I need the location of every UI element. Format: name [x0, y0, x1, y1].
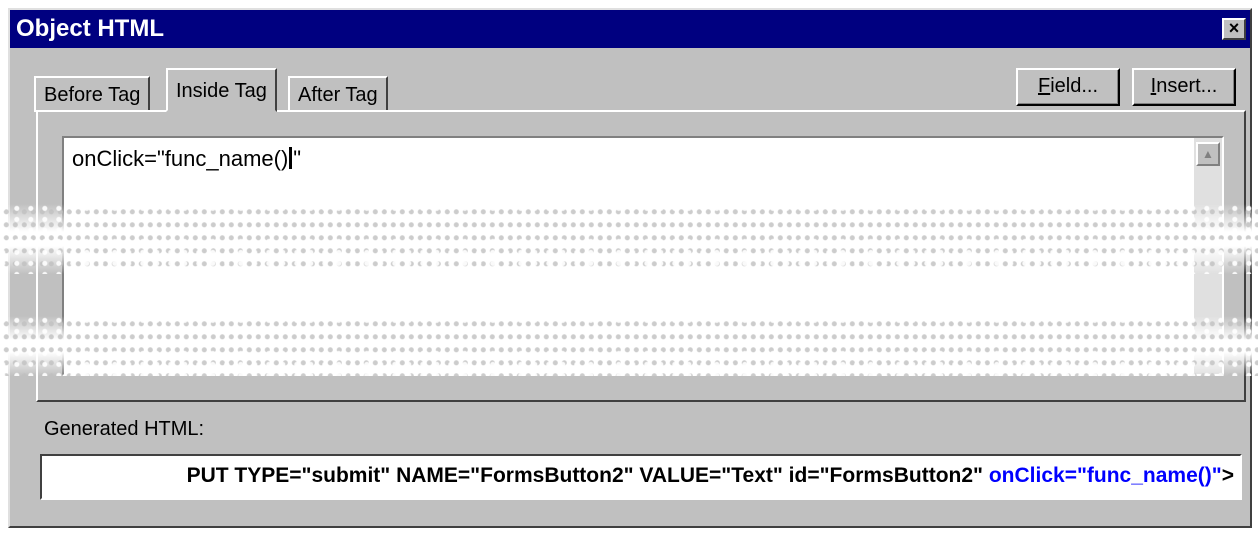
field-button-label: ield... [1050, 75, 1099, 97]
tab-after-tag[interactable]: After Tag [288, 76, 388, 112]
torn-edge-top [0, 204, 1258, 274]
title-bar: Object HTML × [10, 10, 1250, 48]
window-title: Object HTML [16, 15, 164, 42]
close-icon[interactable]: × [1222, 18, 1246, 40]
generated-plain: PUT TYPE="submit" NAME="FormsButton2" VA… [186, 464, 989, 487]
editor-content: onClick="func_name() " [72, 146, 301, 172]
editor-text-after: " [293, 146, 302, 171]
tab-before-tag[interactable]: Before Tag [34, 76, 151, 112]
generated-html-label: Generated HTML: [44, 418, 205, 440]
generated-highlight: onClick="func_name()" [988, 464, 1222, 487]
generated-html-text: PUT TYPE="submit" NAME="FormsButton2" VA… [187, 464, 1234, 488]
field-button[interactable]: Field... [1016, 68, 1120, 106]
text-caret [289, 147, 293, 169]
tab-inside-tag[interactable]: Inside Tag [166, 68, 277, 112]
torn-edge-bottom [0, 316, 1258, 376]
editor-text-before: onClick="func_name() [72, 146, 289, 171]
scroll-up-arrow-icon[interactable]: ▲ [1196, 142, 1220, 166]
generated-end: > [1221, 464, 1234, 487]
generated-html-field: PUT TYPE="submit" NAME="FormsButton2" VA… [40, 454, 1242, 500]
insert-button[interactable]: Insert... [1132, 68, 1236, 106]
insert-button-label: nsert... [1156, 75, 1218, 97]
field-button-accel: F [1037, 75, 1051, 97]
